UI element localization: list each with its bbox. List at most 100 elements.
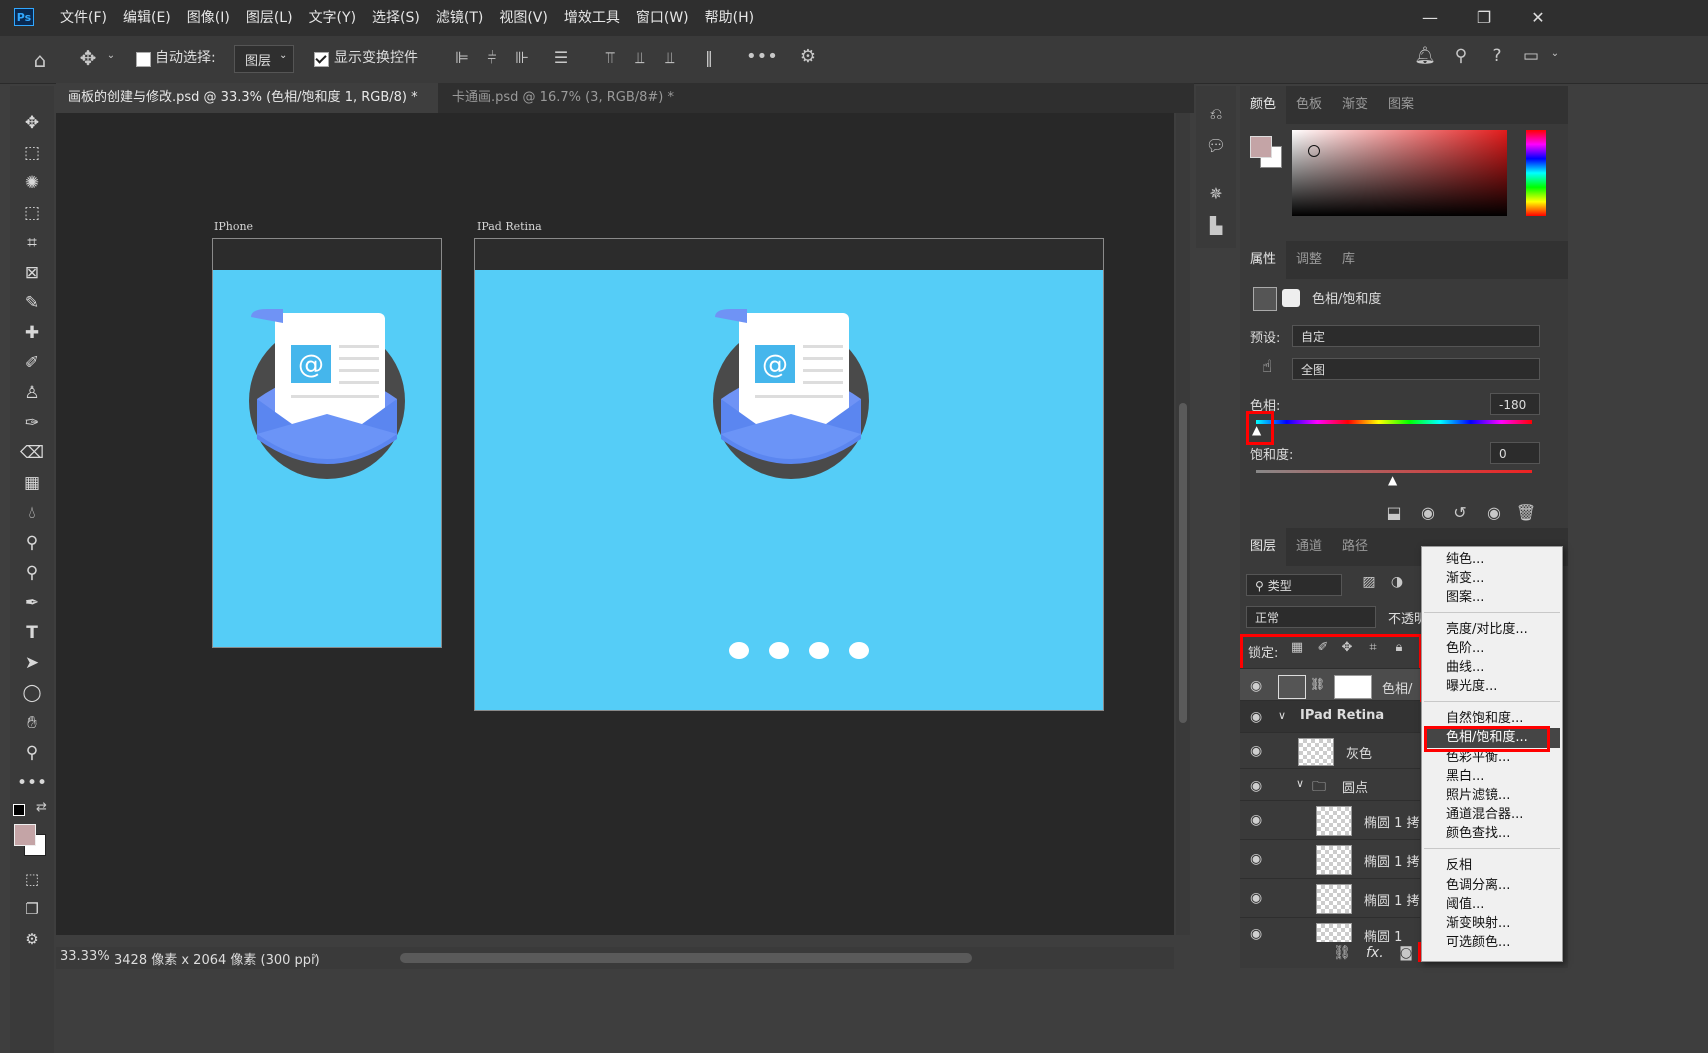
tab-adjustments[interactable]: 调整 <box>1286 241 1332 279</box>
menu-edit[interactable]: 编辑(E) <box>115 0 179 36</box>
menu-item-black-white[interactable]: 黑白... <box>1446 767 1484 786</box>
scrollbar-thumb[interactable] <box>1179 403 1187 723</box>
visibility-eye-icon[interactable]: ◉ <box>1250 709 1262 725</box>
menu-plugins[interactable]: 增效工具 <box>556 0 628 36</box>
auto-select-target-dropdown[interactable]: 图层 ⌄ <box>234 45 294 73</box>
path-select-tool-icon[interactable]: ➤ <box>10 648 54 678</box>
more-options-icon[interactable]: ••• <box>746 46 778 67</box>
minimize-button[interactable]: — <box>1402 0 1458 36</box>
hue-strip[interactable] <box>1526 130 1546 216</box>
vertical-scrollbar[interactable] <box>1176 113 1190 935</box>
tab-color[interactable]: 颜色 <box>1240 86 1287 124</box>
view-previous-icon[interactable]: ◉ <box>1416 503 1440 522</box>
tab-patterns[interactable]: 图案 <box>1378 86 1424 124</box>
navigator-icon[interactable]: ✵ <box>1204 184 1228 203</box>
distribute-icon[interactable]: ☰ <box>550 48 572 67</box>
menu-window[interactable]: 窗口(W) <box>628 0 697 36</box>
close-window-button[interactable]: ✕ <box>1510 0 1566 36</box>
history-brush-icon[interactable]: ✑ <box>10 408 54 438</box>
swap-colors-icon[interactable]: ⇄ <box>36 800 47 815</box>
menu-item-threshold[interactable]: 阈值... <box>1446 895 1484 914</box>
add-mask-icon[interactable]: ◙ <box>1396 945 1416 961</box>
menu-item-solid-color[interactable]: 纯色... <box>1446 550 1484 569</box>
menu-item-invert[interactable]: 反相 <box>1446 856 1472 875</box>
quick-select-tool-icon[interactable]: ✺ <box>10 168 54 198</box>
show-transform-checkbox[interactable] <box>314 52 329 67</box>
tab-document-2[interactable]: 卡通画.psd @ 16.7% (3, RGB/8#) * × <box>440 83 690 135</box>
workspace-icon[interactable]: ▭ <box>1520 46 1542 66</box>
histogram-icon[interactable]: ▙ <box>1204 216 1228 235</box>
visibility-eye-icon[interactable]: ◉ <box>1250 851 1262 867</box>
screen-mode-icon[interactable]: ❐ <box>10 894 54 924</box>
tab-channels[interactable]: 通道 <box>1286 528 1332 566</box>
comment-icon[interactable]: 💬︎ <box>1204 136 1228 155</box>
menu-item-levels[interactable]: 色阶... <box>1446 639 1484 658</box>
tab-swatches[interactable]: 色板 <box>1286 86 1332 124</box>
adjustment-filter-icon[interactable]: ◑ <box>1386 574 1408 590</box>
menu-item-brightness-contrast[interactable]: 亮度/对比度... <box>1446 620 1528 639</box>
blur-tool-icon[interactable]: 💧︎ <box>10 498 54 528</box>
blend-mode-dropdown[interactable]: 正常 <box>1246 606 1376 628</box>
layer-row-ellipse[interactable]: ◉ 椭圆 1 拷 <box>1240 878 1420 917</box>
tab-paths[interactable]: 路径 <box>1332 528 1378 566</box>
horizontal-scrollbar-thumb[interactable] <box>400 953 972 963</box>
tab-properties[interactable]: 属性 <box>1240 241 1287 279</box>
chevron-down-icon[interactable]: ⌄ <box>104 50 118 61</box>
help-icon[interactable]: ? <box>1486 46 1508 66</box>
fx-button[interactable]: fx. <box>1366 945 1384 961</box>
zoom-tool-icon[interactable]: ⚲ <box>10 738 54 768</box>
trash-icon[interactable]: 🗑︎ <box>1514 503 1538 522</box>
layer-row-ellipse[interactable]: ◉ 椭圆 1 拷 <box>1240 800 1420 839</box>
visibility-eye-icon[interactable]: ◉ <box>1250 890 1262 906</box>
object-select-tool-icon[interactable]: ⬚ <box>10 198 54 228</box>
tab-layers[interactable]: 图层 <box>1240 528 1287 566</box>
visibility-eye-icon[interactable]: ◉ <box>1250 778 1262 794</box>
dodge-tool-icon[interactable]: ⚲ <box>10 528 54 558</box>
artboard-iphone[interactable]: @ <box>212 238 442 648</box>
layer-filter-dropdown[interactable]: ⚲ 类型 <box>1246 574 1342 596</box>
align-bottom-icon[interactable]: ⫫ <box>660 48 680 68</box>
menu-item-posterize[interactable]: 色调分离... <box>1446 876 1510 895</box>
layer-row-ellipse[interactable]: ◉ 椭圆 1 拷 <box>1240 839 1420 878</box>
bell-icon[interactable]: 🔔︎ <box>1414 46 1436 66</box>
color-picker-marker[interactable] <box>1308 145 1320 157</box>
menu-item-color-lookup[interactable]: 颜色查找... <box>1446 824 1510 843</box>
menu-file[interactable]: 文件(F) <box>52 0 115 36</box>
menu-select[interactable]: 选择(S) <box>364 0 428 36</box>
menu-item-channel-mixer[interactable]: 通道混合器... <box>1446 805 1523 824</box>
menu-help[interactable]: 帮助(H) <box>697 0 762 36</box>
menu-type[interactable]: 文字(Y) <box>301 0 364 36</box>
healing-brush-icon[interactable]: ✚ <box>10 318 54 348</box>
reset-icon[interactable]: ↺ <box>1448 503 1472 522</box>
search-icon[interactable]: ⚲ <box>1450 46 1472 66</box>
hand-tool-icon[interactable]: ✋︎ <box>10 708 54 738</box>
gear-icon[interactable]: ⚙ <box>796 46 820 67</box>
chevron-down-icon[interactable]: ⌄ <box>1548 48 1562 59</box>
targeted-adjust-hand-icon[interactable]: ☝ <box>1256 357 1278 377</box>
crop-tool-icon[interactable]: ⌗ <box>10 228 54 258</box>
chevron-right-icon[interactable]: › <box>312 949 317 964</box>
menu-image[interactable]: 图像(I) <box>179 0 238 36</box>
menu-item-curves[interactable]: 曲线... <box>1446 658 1484 677</box>
more-tools-icon[interactable]: ••• <box>10 768 54 798</box>
menu-item-photo-filter[interactable]: 照片滤镜... <box>1446 786 1510 805</box>
layer-row-gray[interactable]: ◉ 灰色 <box>1240 732 1420 769</box>
layer-row-ipad-retina[interactable]: ◉ ∨ IPad Retina <box>1240 700 1420 733</box>
quick-mask-icon[interactable]: ⬚ <box>10 864 54 894</box>
channel-dropdown[interactable]: 全图 <box>1292 358 1540 380</box>
menu-filter[interactable]: 滤镜(T) <box>428 0 491 36</box>
chevron-down-icon[interactable]: ∨ <box>1296 777 1304 790</box>
visibility-eye-icon[interactable]: ◉ <box>1250 678 1262 694</box>
menu-item-exposure[interactable]: 曝光度... <box>1446 677 1497 696</box>
canvas-area[interactable]: IPhone @ IPad Retina @ <box>56 113 1190 935</box>
menu-item-pattern[interactable]: 图案... <box>1446 588 1484 607</box>
color-field[interactable] <box>1292 130 1507 216</box>
saturation-value-field[interactable]: 0 <box>1490 442 1540 464</box>
menu-layer[interactable]: 图层(L) <box>238 0 301 36</box>
type-tool-icon[interactable]: T <box>10 618 54 648</box>
foreground-color-swatch[interactable] <box>1250 136 1272 158</box>
gradient-tool-icon[interactable]: ▦ <box>10 468 54 498</box>
visibility-eye-icon[interactable]: ◉ <box>1250 743 1262 759</box>
visibility-eye-icon[interactable]: ◉ <box>1250 926 1262 942</box>
marquee-tool-icon[interactable]: ⬚ <box>10 138 54 168</box>
